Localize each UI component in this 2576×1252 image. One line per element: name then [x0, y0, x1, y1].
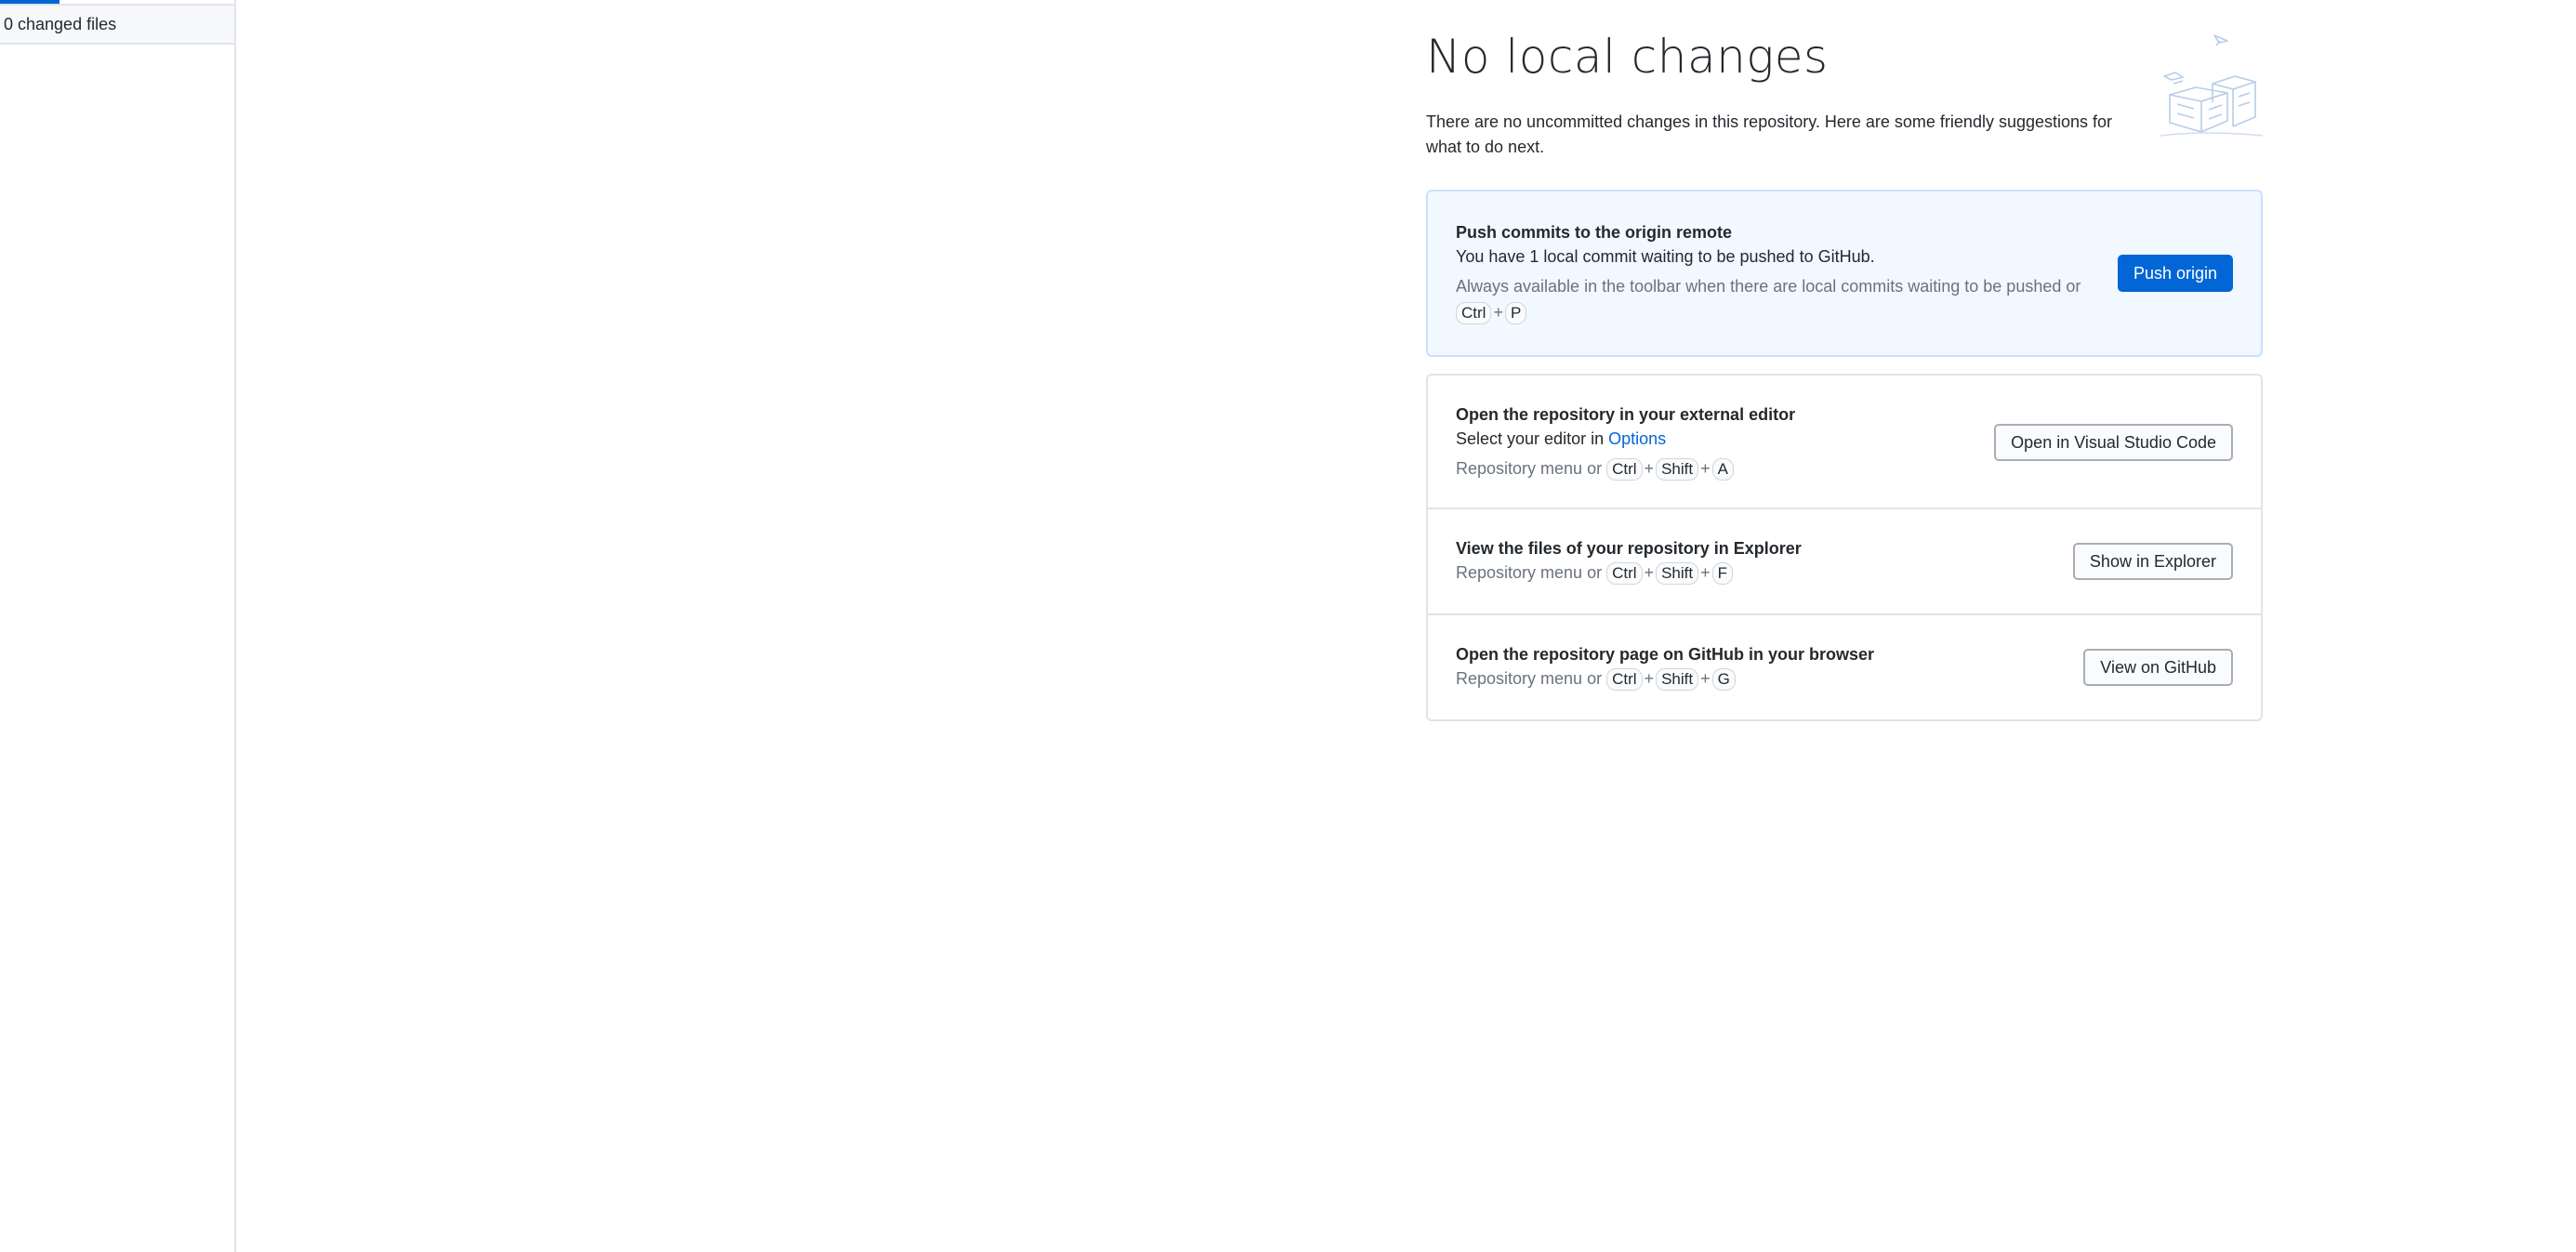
editor-row-hint: Repository menu or Ctrl + Shift + A [1456, 455, 1966, 481]
github-row-hint: Repository menu or Ctrl + Shift + G [1456, 666, 2055, 692]
kbd-plus: + [1644, 459, 1655, 478]
push-origin-button[interactable]: Push origin [2117, 255, 2233, 292]
no-changes-view: No local changes There are no uncommitte… [1426, 26, 2263, 721]
kbd-ctrl: Ctrl [1606, 562, 1643, 585]
push-hint-text: Always available in the toolbar when the… [1456, 277, 2081, 296]
kbd-shift: Shift [1656, 668, 1699, 691]
github-row-title: Open the repository page on GitHub in yo… [1456, 645, 1875, 664]
external-editor-row: Open the repository in your external edi… [1428, 376, 2261, 509]
changes-sidebar: 0 changed files [0, 0, 236, 1252]
explorer-row-text: View the files of your repository in Exp… [1456, 537, 2073, 586]
push-card-text: Push commits to the origin remote You ha… [1456, 221, 2118, 325]
suggestions-card: Open the repository in your external edi… [1426, 374, 2263, 721]
github-row-text: Open the repository page on GitHub in yo… [1456, 643, 2083, 692]
changed-files-count: 0 changed files [4, 15, 117, 33]
show-in-explorer-button[interactable]: Show in Explorer [2072, 543, 2233, 580]
kbd-ctrl: Ctrl [1606, 458, 1643, 481]
push-card-description: You have 1 local commit waiting to be pu… [1456, 247, 1875, 266]
editor-row-text: Open the repository in your external edi… [1456, 403, 1994, 481]
explorer-hint-text: Repository menu or [1456, 563, 1603, 582]
kbd-ctrl: Ctrl [1456, 302, 1492, 324]
editor-hint-text: Repository menu or [1456, 459, 1603, 478]
kbd-shift: Shift [1656, 458, 1699, 481]
editor-row-title: Open the repository in your external edi… [1456, 405, 1796, 424]
editor-row-description-prefix: Select your editor in [1456, 429, 1605, 448]
view-on-github-button[interactable]: View on GitHub [2083, 649, 2233, 686]
changed-files-header: 0 changed files [0, 4, 234, 45]
push-commits-card: Push commits to the origin remote You ha… [1426, 190, 2263, 357]
open-in-editor-button[interactable]: Open in Visual Studio Code [1994, 424, 2233, 461]
kbd-p: P [1504, 302, 1527, 324]
kbd-plus: + [1644, 669, 1655, 688]
push-card-hint: Always available in the toolbar when the… [1456, 273, 2090, 325]
page-subtitle: There are no uncommitted changes in this… [1426, 112, 2113, 156]
kbd-g: G [1711, 668, 1736, 691]
kbd-a: A [1711, 458, 1734, 481]
options-link[interactable]: Options [1608, 429, 1666, 448]
empty-state-illustration-icon [2160, 34, 2263, 137]
kbd-f: F [1711, 562, 1733, 585]
kbd-plus: + [1700, 459, 1711, 478]
explorer-row-title: View the files of your repository in Exp… [1456, 539, 1802, 558]
header-row: No local changes There are no uncommitte… [1426, 26, 2263, 165]
kbd-plus: + [1493, 303, 1503, 322]
explorer-row-hint: Repository menu or Ctrl + Shift + F [1456, 560, 2045, 586]
push-card-title: Push commits to the origin remote [1456, 223, 1733, 242]
kbd-ctrl: Ctrl [1606, 668, 1643, 691]
editor-row-description: Select your editor in Options [1456, 426, 1966, 452]
page-title: No local changes [1426, 30, 1829, 84]
kbd-plus: + [1644, 563, 1655, 582]
github-hint-text: Repository menu or [1456, 669, 1603, 688]
explorer-row: View the files of your repository in Exp… [1428, 509, 2261, 615]
github-row: Open the repository page on GitHub in yo… [1428, 615, 2261, 719]
kbd-shift: Shift [1656, 562, 1699, 585]
kbd-plus: + [1700, 563, 1711, 582]
kbd-plus: + [1700, 669, 1711, 688]
